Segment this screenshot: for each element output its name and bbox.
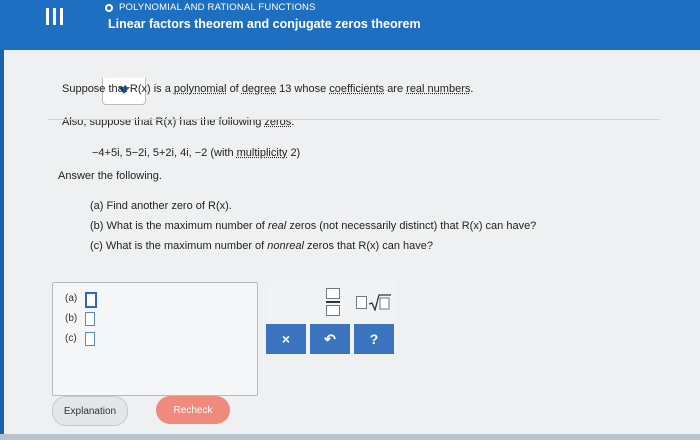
- real-numbers-link[interactable]: real numbers: [406, 83, 470, 95]
- math-toolbar: × ↶ ?: [266, 282, 396, 354]
- help-icon: ?: [369, 331, 379, 347]
- undo-button[interactable]: ↶: [310, 324, 350, 354]
- square-root-icon[interactable]: [356, 292, 392, 312]
- answer-a-input[interactable]: [85, 292, 97, 308]
- clear-button[interactable]: ×: [266, 324, 306, 354]
- coefficients-link[interactable]: coefficients: [329, 83, 384, 95]
- recheck-button[interactable]: Recheck: [156, 396, 230, 424]
- degree-link[interactable]: degree: [242, 83, 276, 95]
- question-a: (a) Find another zero of R(x).: [90, 200, 232, 212]
- answer-prompt: Answer the following.: [58, 170, 162, 182]
- topic-category: POLYNOMIAL AND RATIONAL FUNCTIONS: [105, 2, 316, 13]
- question-c: (c) What is the maximum number of nonrea…: [90, 240, 433, 252]
- fraction-icon[interactable]: [326, 288, 340, 316]
- multiplicity-link[interactable]: multiplicity: [237, 147, 288, 159]
- zeros-list: −4+5i, 5−2i, 5+2i, 4i, −2 (with multipli…: [92, 147, 301, 159]
- progress-circle-icon: [105, 3, 113, 12]
- topic-title: Linear factors theorem and conjugate zer…: [108, 17, 421, 31]
- category-label: POLYNOMIAL AND RATIONAL FUNCTIONS: [119, 2, 316, 13]
- header-bar: POLYNOMIAL AND RATIONAL FUNCTIONS Linear…: [0, 0, 700, 50]
- menu-icon[interactable]: [44, 6, 66, 28]
- zeros-link[interactable]: zeros: [264, 116, 291, 128]
- question-b: (b) What is the maximum number of real z…: [90, 220, 537, 232]
- problem-line-1: Suppose that R(x) is a polynomial of deg…: [62, 83, 474, 95]
- help-button[interactable]: ?: [354, 324, 394, 354]
- answer-a-label: (a): [65, 293, 78, 304]
- explanation-button[interactable]: Explanation: [52, 396, 128, 426]
- bottom-bar: [0, 434, 700, 440]
- answer-b-input[interactable]: [85, 312, 95, 326]
- divider: [48, 119, 660, 120]
- answer-c-input[interactable]: [85, 332, 95, 346]
- problem-line-2: Also, suppose that R(x) has the followin…: [62, 116, 295, 128]
- close-icon: ×: [281, 331, 291, 347]
- problem-area: Suppose that R(x) is a polynomial of deg…: [4, 50, 700, 434]
- answer-b-label: (b): [65, 313, 78, 324]
- polynomial-link[interactable]: polynomial: [174, 83, 227, 95]
- undo-icon: ↶: [324, 330, 336, 347]
- answer-c-label: (c): [65, 333, 77, 344]
- answer-panel: (a) (b) (c): [52, 282, 258, 396]
